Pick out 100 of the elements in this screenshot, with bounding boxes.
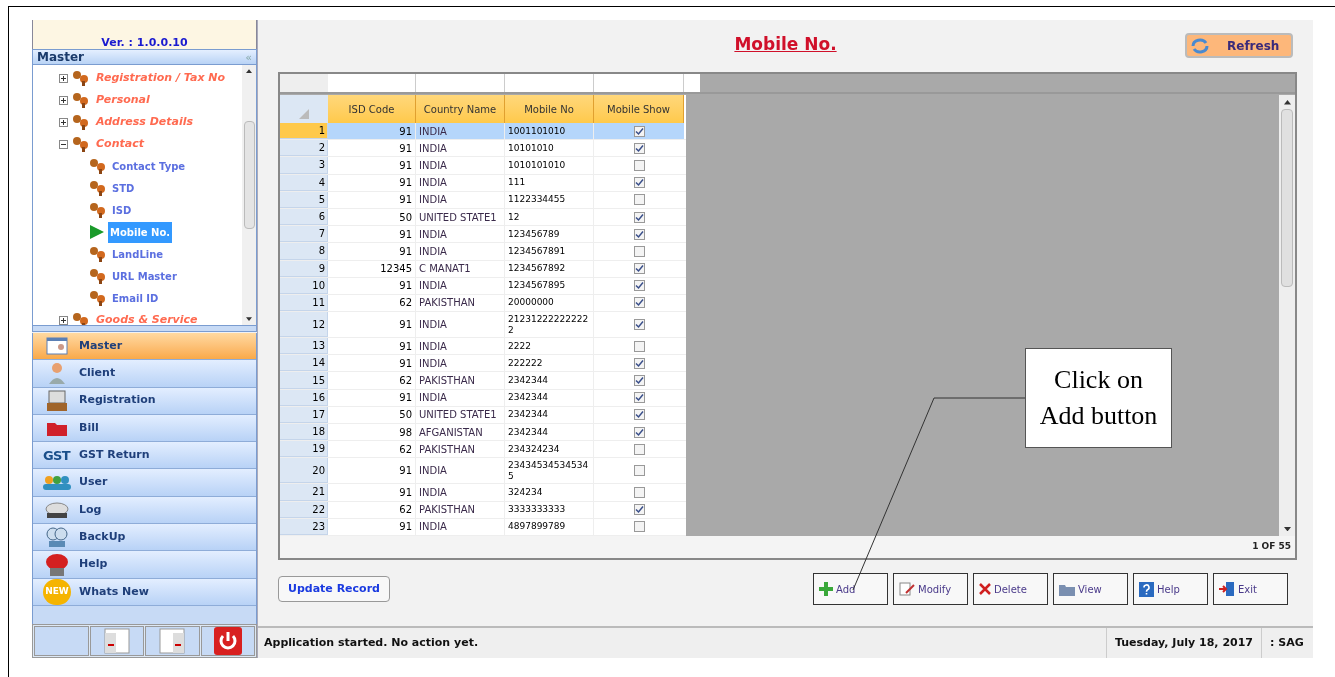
table-row[interactable]: 8 91 INDIA 1234567891: [280, 243, 686, 261]
action-button[interactable]: Help: [1133, 573, 1208, 605]
table-row[interactable]: 14 91 INDIA 222222: [280, 355, 686, 373]
table-row[interactable]: 12 91 INDIA 21231222222222 2: [280, 312, 686, 339]
checkbox[interactable]: [633, 443, 645, 455]
discs-icon: [46, 526, 68, 549]
update-record-button[interactable]: Update Record: [278, 576, 390, 602]
scroll-down-arrow-icon[interactable]: [1283, 526, 1291, 531]
checkbox[interactable]: [633, 245, 645, 257]
column-header[interactable]: Mobile No: [505, 95, 594, 123]
table-row[interactable]: 21 91 INDIA 324234: [280, 484, 686, 502]
checkbox[interactable]: [633, 375, 645, 387]
checkbox[interactable]: [633, 409, 645, 421]
scroll-down-arrow-icon[interactable]: [246, 317, 252, 321]
scrollbar[interactable]: [1279, 95, 1295, 536]
checkbox[interactable]: [633, 177, 645, 189]
table-row[interactable]: 13 91 INDIA 2222: [280, 338, 686, 356]
filter-input[interactable]: [505, 74, 594, 92]
table-row[interactable]: 17 50 UNITED STATE1 2342344: [280, 406, 686, 424]
nav-item[interactable]: Registration: [33, 387, 256, 415]
refresh-button[interactable]: Refresh: [1185, 33, 1293, 58]
column-header[interactable]: Mobile Show: [594, 95, 684, 123]
nav-item[interactable]: Help: [33, 551, 256, 579]
nav-item[interactable]: Master: [33, 333, 256, 361]
checkbox[interactable]: [633, 263, 645, 275]
checkbox[interactable]: [633, 159, 645, 171]
scroll-up-arrow-icon[interactable]: [1283, 100, 1291, 105]
layout-toggle-button[interactable]: [89, 626, 144, 656]
table-row[interactable]: 9 12345 C MANAT1 1234567892: [280, 260, 686, 278]
checkbox[interactable]: [633, 194, 645, 206]
collapse-toggle[interactable]: [59, 139, 68, 149]
table-row[interactable]: 16 91 INDIA 2342344: [280, 389, 686, 407]
table-cell: 23434534534534 5: [505, 458, 594, 484]
expand-toggle[interactable]: [59, 95, 68, 105]
action-button[interactable]: Exit: [1213, 573, 1288, 605]
checkbox[interactable]: [633, 297, 645, 309]
nav-item[interactable]: GST GST Return: [33, 442, 256, 470]
table-row[interactable]: 6 50 UNITED STATE1 12: [280, 208, 686, 227]
table-row[interactable]: 23 91 INDIA 4897899789: [280, 518, 686, 536]
action-button[interactable]: Add: [813, 573, 888, 605]
checkbox[interactable]: [633, 357, 645, 369]
table-row[interactable]: 4 91 INDIA 111: [280, 174, 686, 192]
table-row[interactable]: 10 91 INDIA 1234567895: [280, 277, 686, 295]
checkbox[interactable]: [633, 521, 645, 533]
checkbox[interactable]: [633, 142, 645, 154]
scroll-thumb[interactable]: [243, 121, 255, 229]
table-row[interactable]: 2 91 INDIA 10101010: [280, 140, 686, 158]
expand-toggle[interactable]: [59, 117, 68, 127]
action-button[interactable]: View: [1053, 573, 1128, 605]
tree-item[interactable]: Email ID: [110, 287, 161, 309]
scroll-up-arrow-icon[interactable]: [246, 69, 252, 73]
checkbox[interactable]: [633, 211, 645, 223]
nav-item[interactable]: Bill: [33, 414, 256, 443]
checkbox[interactable]: [633, 340, 645, 352]
checkbox[interactable]: [633, 486, 645, 498]
column-header[interactable]: Country Name: [416, 95, 505, 123]
table-row[interactable]: 3 91 INDIA 1010101010: [280, 157, 686, 175]
checkbox[interactable]: [633, 426, 645, 438]
checkbox[interactable]: [633, 125, 645, 137]
filter-input[interactable]: [328, 74, 416, 92]
checkbox[interactable]: [633, 465, 645, 477]
checkbox[interactable]: [633, 228, 645, 240]
plus-icon: [60, 118, 67, 126]
action-button[interactable]: Modify: [893, 573, 968, 605]
filter-input[interactable]: [594, 74, 684, 92]
column-header[interactable]: ISD Code: [328, 95, 416, 123]
table-row[interactable]: 18 98 AFGANISTAN 2342344: [280, 424, 686, 442]
checkbox[interactable]: [633, 392, 645, 404]
table-row[interactable]: 22 62 PAKISTHAN 3333333333: [280, 501, 686, 519]
power-button[interactable]: [200, 626, 255, 656]
scrollbar[interactable]: [242, 65, 256, 325]
table-row[interactable]: 20 91 INDIA 23434534534534 5: [280, 458, 686, 485]
expand-toggle[interactable]: [59, 315, 68, 325]
table-row[interactable]: 5 91 INDIA 1122334455: [280, 191, 686, 209]
nav-item[interactable]: NEW Whats New: [33, 578, 256, 606]
tree-item[interactable]: ISD: [110, 199, 134, 221]
checkbox[interactable]: [633, 319, 645, 331]
filter-input[interactable]: [684, 74, 700, 92]
scroll-thumb[interactable]: [1281, 108, 1293, 287]
filter-input[interactable]: [416, 74, 505, 92]
tree-item[interactable]: STD: [110, 177, 137, 199]
nav-item[interactable]: User: [33, 469, 256, 497]
tree-item[interactable]: Contact Type: [110, 155, 188, 177]
nav-item[interactable]: Log: [33, 496, 256, 525]
nav-item[interactable]: BackUp: [33, 524, 256, 552]
checkbox[interactable]: [633, 504, 645, 516]
tree-item[interactable]: LandLine: [110, 243, 166, 265]
checkbox[interactable]: [633, 280, 645, 292]
table-row[interactable]: 7 91 INDIA 123456789: [280, 226, 686, 244]
layout-toggle-button[interactable]: [145, 626, 200, 656]
splitter-handle[interactable]: [32, 325, 257, 332]
table-row[interactable]: 19 62 PAKISTHAN 234324234: [280, 441, 686, 459]
refresh-icon: [1191, 37, 1209, 54]
table-row[interactable]: 15 62 PAKISTHAN 2342344: [280, 372, 686, 390]
table-row[interactable]: 11 62 PAKISTHAN 20000000: [280, 294, 686, 313]
tree-item[interactable]: URL Master: [110, 265, 179, 287]
table-row[interactable]: 1 91 INDIA 1001101010: [280, 123, 686, 141]
expand-toggle[interactable]: [59, 73, 68, 83]
nav-item[interactable]: Client: [33, 360, 256, 388]
action-button[interactable]: Delete: [973, 573, 1048, 605]
